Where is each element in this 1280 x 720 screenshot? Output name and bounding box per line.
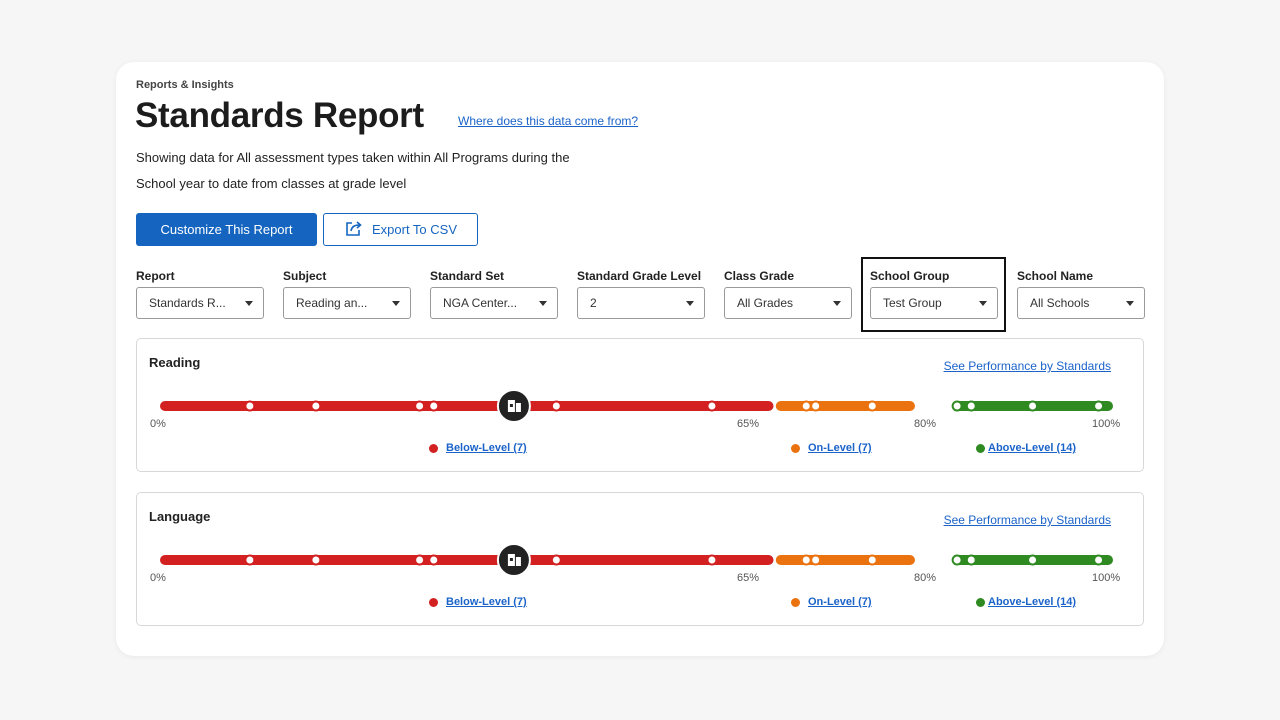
standard-score-point <box>244 554 256 566</box>
legend-link[interactable]: Below-Level (7) <box>446 596 527 608</box>
green-dot-icon <box>976 443 985 453</box>
standard-score-point <box>800 554 812 566</box>
export-csv-button[interactable]: Export To CSV <box>323 213 478 246</box>
reading-panel: Reading See Performance by Standards 0% … <box>136 338 1144 472</box>
orange-dot-icon <box>791 597 800 607</box>
breadcrumb: Reports & Insights <box>136 79 234 91</box>
page-title: Standards Report <box>135 96 424 135</box>
legend-link[interactable]: Below-Level (7) <box>446 442 527 454</box>
select-value: Reading an... <box>296 296 368 310</box>
legend-link[interactable]: On-Level (7) <box>808 596 872 608</box>
legend-below-level[interactable]: Below-Level (7) <box>429 596 527 608</box>
standard-score-point <box>414 554 426 566</box>
standard-score-point <box>866 400 878 412</box>
filter-label: Subject <box>283 269 327 283</box>
standard-score-point <box>1093 400 1105 412</box>
data-source-link[interactable]: Where does this data come from? <box>458 114 638 128</box>
standard-score-point <box>800 400 812 412</box>
filter-class-grade: Class Grade All Grades <box>724 269 852 319</box>
standard-score-point <box>550 554 562 566</box>
export-csv-label: Export To CSV <box>371 222 458 237</box>
legend-on-level[interactable]: On-Level (7) <box>791 442 872 454</box>
standard-score-point <box>244 400 256 412</box>
legend-link[interactable]: Above-Level (14) <box>988 442 1076 454</box>
select-value: 2 <box>590 296 597 310</box>
subject-select[interactable]: Reading an... <box>283 287 411 319</box>
filter-school-name: School Name All Schools <box>1017 269 1145 319</box>
red-dot-icon <box>429 597 438 607</box>
standard-score-point <box>810 400 822 412</box>
tick-label: 80% <box>914 572 937 584</box>
class-grade-select[interactable]: All Grades <box>724 287 852 319</box>
legend-on-level[interactable]: On-Level (7) <box>791 596 872 608</box>
select-value: Standards R... <box>149 296 226 310</box>
standard-score-point <box>1093 554 1105 566</box>
standard-score-point <box>965 554 977 566</box>
caret-down-icon <box>686 300 694 306</box>
standard-score-point <box>866 554 878 566</box>
standard-score-point <box>706 400 718 412</box>
school-name-select[interactable]: All Schools <box>1017 287 1145 319</box>
caret-down-icon <box>1126 300 1134 306</box>
report-description-line-1: Showing data for All assessment types ta… <box>136 150 570 165</box>
caret-down-icon <box>539 300 547 306</box>
filter-report: Report Standards R... <box>136 269 264 319</box>
legend-above-level[interactable]: Above-Level (14) <box>976 442 1076 454</box>
green-dot-icon <box>976 597 985 607</box>
select-value: All Grades <box>737 296 794 310</box>
orange-dot-icon <box>791 443 800 453</box>
caret-down-icon <box>392 300 400 306</box>
filter-standard-set: Standard Set NGA Center... <box>430 269 558 319</box>
legend-link[interactable]: On-Level (7) <box>808 442 872 454</box>
tick-label: 65% <box>737 572 760 584</box>
tick-label: 100% <box>1092 418 1121 430</box>
share-export-icon <box>344 219 364 240</box>
standard-score-point <box>1027 554 1039 566</box>
tick-label: 100% <box>1092 572 1121 584</box>
language-panel: Language See Performance by Standards 0%… <box>136 492 1144 626</box>
tick-label: 0% <box>150 418 166 430</box>
report-description-line-2: School year to date from classes at grad… <box>136 176 407 191</box>
filter-label: Standard Set <box>430 269 505 283</box>
red-dot-icon <box>429 443 438 453</box>
legend-below-level[interactable]: Below-Level (7) <box>429 442 527 454</box>
report-select[interactable]: Standards R... <box>136 287 264 319</box>
select-value: NGA Center... <box>443 296 518 310</box>
standard-set-select[interactable]: NGA Center... <box>430 287 558 319</box>
standard-score-point <box>414 400 426 412</box>
customize-report-button[interactable]: Customize This Report <box>136 213 317 246</box>
select-value: All Schools <box>1030 296 1090 310</box>
standard-score-point <box>965 400 977 412</box>
standard-score-point <box>951 554 963 566</box>
legend-link[interactable]: Above-Level (14) <box>988 596 1076 608</box>
standard-score-point <box>310 400 322 412</box>
caret-down-icon <box>833 300 841 306</box>
tick-label: 80% <box>914 418 937 430</box>
standard-grade-level-select[interactable]: 2 <box>577 287 705 319</box>
standard-score-point <box>310 554 322 566</box>
standard-score-point <box>550 400 562 412</box>
tick-label: 0% <box>150 572 166 584</box>
standard-score-point <box>706 554 718 566</box>
tick-label: 65% <box>737 418 760 430</box>
standard-score-point <box>428 400 440 412</box>
filter-label: Class Grade <box>724 269 795 283</box>
filter-standard-grade-level: Standard Grade Level 2 <box>577 269 705 319</box>
school-group-highlight <box>861 257 1006 332</box>
legend-above-level[interactable]: Above-Level (14) <box>976 596 1076 608</box>
filter-label: School Name <box>1017 269 1094 283</box>
filter-label: Standard Grade Level <box>577 269 702 283</box>
standard-score-point <box>951 400 963 412</box>
standard-score-point <box>1027 400 1039 412</box>
filter-label: Report <box>136 269 175 283</box>
standard-score-point <box>810 554 822 566</box>
caret-down-icon <box>245 300 253 306</box>
filter-subject: Subject Reading an... <box>283 269 411 319</box>
standard-score-point <box>428 554 440 566</box>
